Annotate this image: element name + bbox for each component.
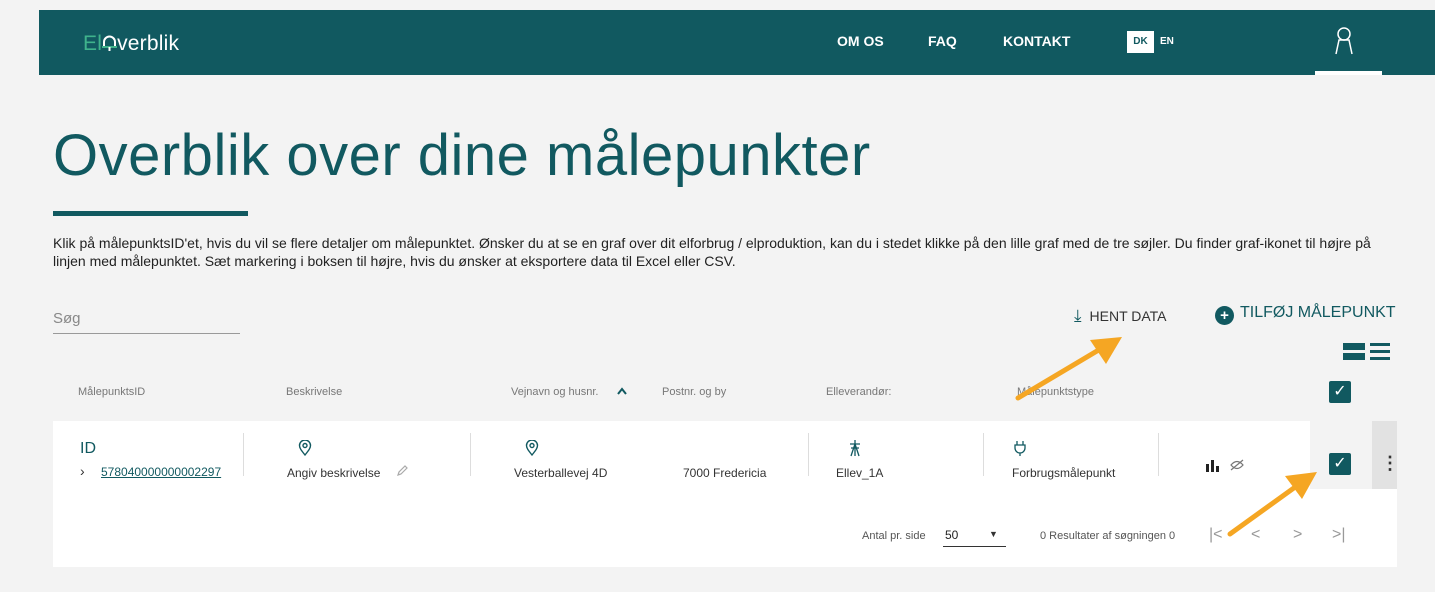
column-divider xyxy=(808,433,809,476)
header-elleverandor[interactable]: Elleverandør: xyxy=(826,386,891,398)
bar-chart-icon[interactable] xyxy=(1205,458,1221,472)
per-page-label: Antal pr. side xyxy=(862,530,926,542)
lang-en-button[interactable]: EN xyxy=(1160,36,1174,47)
page-description: Klik på målepunktsID'et, hvis du vil se … xyxy=(53,235,1371,269)
download-icon: ⤓ xyxy=(1074,306,1082,325)
pencil-icon[interactable] xyxy=(396,465,408,477)
page-title: Overblik over dine målepunkter xyxy=(53,123,871,188)
column-divider xyxy=(243,433,244,476)
user-tab-indicator xyxy=(1315,71,1382,75)
per-page-select[interactable]: 50 xyxy=(945,528,958,542)
header-postnr[interactable]: Postnr. og by xyxy=(662,386,726,398)
search-input[interactable]: Søg xyxy=(53,310,81,327)
row-select-checkbox[interactable]: ✓ xyxy=(1329,453,1351,475)
table-footer xyxy=(53,489,1397,567)
last-page-icon[interactable]: >| xyxy=(1332,526,1346,544)
dropdown-caret-icon[interactable]: ▼ xyxy=(989,529,998,539)
first-page-icon[interactable]: |< xyxy=(1209,526,1223,544)
title-underline xyxy=(53,211,248,216)
column-divider xyxy=(470,433,471,476)
plug-o-logo-icon xyxy=(102,35,118,51)
malepunktstype-value: Forbrugsmålepunkt xyxy=(1012,466,1116,480)
nav-faq[interactable]: FAQ xyxy=(928,33,957,49)
per-page-underline xyxy=(943,546,1006,547)
plus-circle-icon: + xyxy=(1215,306,1234,325)
column-divider xyxy=(1158,433,1159,476)
results-count: 0 Resultater af søgningen 0 xyxy=(1040,530,1176,542)
compact-view-icon xyxy=(1343,343,1365,360)
app-logo[interactable]: El verblik xyxy=(83,32,179,56)
power-pylon-icon xyxy=(850,440,860,457)
select-all-checkbox[interactable]: ✓ xyxy=(1329,381,1351,403)
sort-ascending-icon[interactable] xyxy=(617,387,627,395)
header-beskrivelse[interactable]: Beskrivelse xyxy=(286,386,342,398)
view-toggle-icons[interactable] xyxy=(1343,342,1398,362)
postnr-value: 7000 Fredericia xyxy=(683,466,767,480)
annotation-arrow-hent-data xyxy=(1015,337,1122,401)
elleverandor-value: Ellev_1A xyxy=(836,466,884,480)
beskrivelse-input[interactable]: Angiv beskrivelse xyxy=(287,466,380,480)
id-label: ID xyxy=(80,440,96,457)
tilfoj-malepunkt-button[interactable]: + TILFØJ MÅLEPUNKT xyxy=(1215,304,1396,325)
location-pin-icon xyxy=(298,440,312,456)
hent-data-button[interactable]: ⤓ HENT DATA xyxy=(1074,306,1167,326)
more-vert-icon[interactable]: ⋮ xyxy=(1381,453,1399,474)
top-navigation-bar: El verblik OM OS FAQ KONTAKT DK EN xyxy=(39,10,1435,75)
user-icon[interactable] xyxy=(1335,26,1353,56)
lang-dk-button[interactable]: DK xyxy=(1127,31,1154,53)
nav-kontakt[interactable]: KONTAKT xyxy=(1003,33,1070,49)
location-pin-icon xyxy=(525,440,539,456)
search-input-underline xyxy=(53,333,240,334)
header-malepunktsid[interactable]: MålepunktsID xyxy=(78,386,145,398)
column-divider xyxy=(983,433,984,476)
malepunkt-id-link[interactable]: 578040000000002297 xyxy=(101,465,221,479)
list-view-icon xyxy=(1370,343,1390,360)
chevron-right-icon[interactable]: › xyxy=(80,463,85,479)
header-vejnavn[interactable]: Vejnavn og husnr. xyxy=(511,386,598,398)
nav-om-os[interactable]: OM OS xyxy=(837,33,884,49)
annotation-arrow-checkbox xyxy=(1227,472,1317,537)
vejnavn-value: Vesterballevej 4D xyxy=(514,466,608,480)
plug-icon xyxy=(1014,441,1026,456)
